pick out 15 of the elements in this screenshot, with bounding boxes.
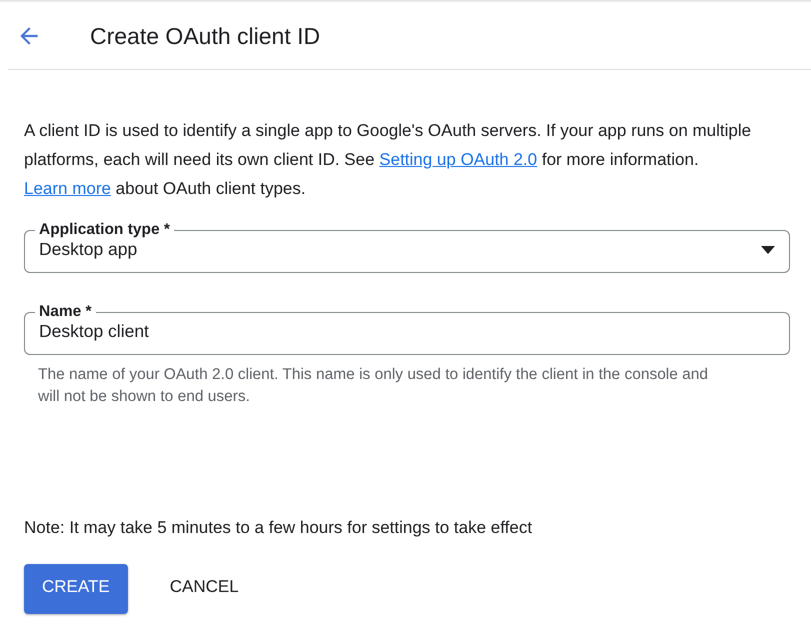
create-button[interactable]: CREATE	[24, 564, 128, 614]
field-value: Desktop app	[39, 239, 138, 260]
input-field[interactable]: Name * Desktop client	[24, 303, 790, 355]
intro-paragraph: A client ID is used to identify a single app to Google's OAuth servers. If your app runs on multiple platforms, each will need its own client ID. See Setting up OAuth 2.0 for more information. Learn more about OAuth client types.	[24, 120, 752, 200]
link[interactable]: Setting up OAuth 2.0	[379, 150, 538, 169]
field-value: Desktop client	[39, 321, 150, 342]
link[interactable]: Learn more	[24, 179, 111, 198]
cancel-button[interactable]: CANCEL	[158, 564, 251, 614]
note-text: Note: It may take 5 minutes to a few hours for settings to take effect	[24, 518, 534, 538]
select-field[interactable]: Application type * Desktop app	[24, 221, 790, 273]
page-title: Create OAuth client ID	[90, 22, 320, 50]
helper-text: The name of your OAuth 2.0 client. This name is only used to identify the client in the console and will not be shown to end users.	[38, 365, 710, 407]
field-label: Name *	[38, 303, 93, 321]
field-label: Application type *	[38, 221, 171, 239]
dropdown-caret-icon	[761, 246, 775, 254]
